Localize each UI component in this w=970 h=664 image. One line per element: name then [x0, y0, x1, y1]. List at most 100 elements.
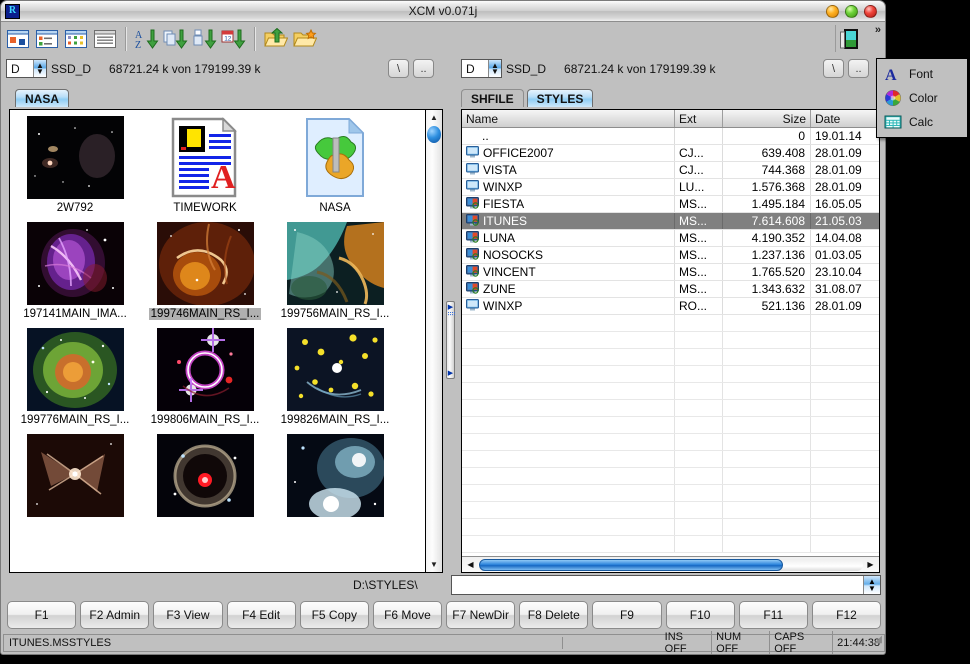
table-row[interactable]: .. 0 19.01.14 [462, 128, 879, 145]
menu-item-calc[interactable]: Calc [879, 110, 965, 134]
table-row[interactable]: VINCENT MS... 1.765.520 23.10.04 [462, 264, 879, 281]
fkey-f12[interactable]: F12 [812, 601, 881, 629]
left-panel-vertical-scrollbar[interactable]: ▲ ▼ [425, 110, 442, 572]
table-row[interactable]: FIESTA MS... 1.495.184 16.05.05 [462, 196, 879, 213]
empty-row[interactable] [462, 400, 879, 417]
right-file-panel[interactable]: Name Ext Size Date .. 0 19.01.14 OFFICE2… [461, 109, 880, 573]
view-large-icons-icon[interactable] [5, 27, 31, 51]
fkey-f7-newdir[interactable]: F7 NewDir [446, 601, 515, 629]
photo-nebula-5[interactable] [27, 328, 124, 411]
photo-nebula-2[interactable] [27, 222, 124, 305]
left-drive-spinner-icon[interactable]: ▲▼ [33, 60, 46, 77]
table-row[interactable]: NOSOCKS MS... 1.237.136 01.03.05 [462, 247, 879, 264]
minimize-button[interactable] [826, 5, 839, 18]
empty-row[interactable] [462, 519, 879, 536]
fkey-f11[interactable]: F11 [739, 601, 808, 629]
table-row[interactable]: LUNA MS... 4.190.352 14.04.08 [462, 230, 879, 247]
panel-splitter[interactable]: ▶ ⣿ ▶ [446, 301, 455, 379]
tools-popup-menu[interactable]: A Font Color Calc [876, 58, 968, 138]
status-num[interactable]: NUM OFF [712, 631, 770, 655]
toolbar-overflow-chevron-icon[interactable]: » [875, 24, 881, 36]
empty-row[interactable] [462, 485, 879, 502]
horizontal-scroll-thumb[interactable] [479, 559, 783, 571]
thumbnail-item[interactable] [140, 434, 270, 520]
photo-nebula-8[interactable] [27, 434, 124, 517]
empty-row[interactable] [462, 502, 879, 519]
empty-row[interactable] [462, 536, 879, 553]
menu-item-font[interactable]: A Font [879, 62, 965, 86]
photo-nebula-1[interactable] [27, 116, 124, 199]
table-row[interactable]: ITUNES MS... 7.614.608 21.05.03 [462, 213, 879, 230]
table-row[interactable]: VISTA CJ... 744.368 28.01.09 [462, 162, 879, 179]
thumbnail-item[interactable]: NASA [270, 116, 400, 214]
command-history-spinner-icon[interactable]: ▲▼ [863, 576, 880, 594]
thumbnail-item[interactable]: 197141MAIN_IMA... [10, 222, 140, 320]
empty-row[interactable] [462, 366, 879, 383]
left-root-button[interactable]: \ [388, 59, 409, 78]
photo-nebula-10[interactable] [287, 434, 384, 517]
table-row[interactable]: OFFICE2007 CJ... 639.408 28.01.09 [462, 145, 879, 162]
photo-nebula-7[interactable] [287, 328, 384, 411]
menu-item-color[interactable]: Color [879, 86, 965, 110]
left-file-panel[interactable]: 2W792 A TIMEWORK NASA [9, 109, 443, 573]
column-header-size[interactable]: Size [723, 110, 811, 127]
sort-by-name-icon[interactable]: AZ [134, 27, 160, 51]
right-drive-select[interactable]: D ▲▼ [461, 59, 502, 78]
thumbnail-item[interactable]: 199756MAIN_RS_I... [270, 222, 400, 320]
left-up-button[interactable]: .. [413, 59, 434, 78]
tab-shfile[interactable]: SHFILE [461, 89, 524, 107]
scroll-up-arrow-icon[interactable]: ▲ [426, 110, 442, 125]
right-up-button[interactable]: .. [848, 59, 869, 78]
scroll-right-arrow-icon[interactable]: ▶ [863, 560, 878, 569]
photo-nebula-9[interactable] [157, 434, 254, 517]
column-header-ext[interactable]: Ext [675, 110, 723, 127]
thumbnail-item[interactable] [10, 434, 140, 520]
column-header-date[interactable]: Date [811, 110, 879, 127]
fkey-f9[interactable]: F9 [592, 601, 661, 629]
open-folder-icon[interactable] [263, 27, 289, 51]
fkey-f10[interactable]: F10 [666, 601, 735, 629]
right-panel-horizontal-scrollbar[interactable]: ◀ ▶ [462, 556, 879, 572]
thumbnail-item[interactable]: 199806MAIN_RS_I... [140, 328, 270, 426]
file-puzzle-icon[interactable] [287, 116, 384, 199]
fkey-f2-admin[interactable]: F2 Admin [80, 601, 149, 629]
empty-row[interactable] [462, 349, 879, 366]
document-icon[interactable]: A [157, 116, 254, 199]
scroll-left-arrow-icon[interactable]: ◀ [463, 560, 478, 569]
view-list-icon[interactable] [63, 27, 89, 51]
thumbnail-item[interactable]: 199826MAIN_RS_I... [270, 328, 400, 426]
right-root-button[interactable]: \ [823, 59, 844, 78]
thumbnail-item[interactable] [270, 434, 400, 520]
sort-by-size-icon[interactable] [192, 27, 218, 51]
empty-row[interactable] [462, 451, 879, 468]
status-ins[interactable]: INS OFF [661, 631, 713, 655]
empty-row[interactable] [462, 315, 879, 332]
new-folder-icon[interactable] [292, 27, 318, 51]
thumbnail-grid-area[interactable]: 2W792 A TIMEWORK NASA [10, 110, 425, 572]
tab-styles[interactable]: STYLES [527, 89, 594, 107]
status-caps[interactable]: CAPS OFF [770, 631, 833, 655]
column-header-name[interactable]: Name [462, 110, 675, 127]
view-small-icons-icon[interactable] [34, 27, 60, 51]
vertical-scroll-thumb[interactable] [427, 126, 441, 143]
horizontal-scroll-track[interactable] [478, 559, 863, 571]
fkey-f6-move[interactable]: F6 Move [373, 601, 442, 629]
empty-row[interactable] [462, 417, 879, 434]
fkey-f1[interactable]: F1 [7, 601, 76, 629]
thumbnail-item[interactable]: 199746MAIN_RS_I... [140, 222, 270, 320]
empty-row[interactable] [462, 434, 879, 451]
photo-nebula-3[interactable] [157, 222, 254, 305]
fkey-f4-edit[interactable]: F4 Edit [227, 601, 296, 629]
close-button[interactable] [864, 5, 877, 18]
file-list-rows[interactable]: .. 0 19.01.14 OFFICE2007 CJ... 639.408 2… [462, 128, 879, 556]
sort-by-ext-icon[interactable] [163, 27, 189, 51]
thumbnail-item[interactable]: 2W792 [10, 116, 140, 214]
tab-nasa[interactable]: NASA [15, 89, 69, 107]
thumbnail-item[interactable]: 199776MAIN_RS_I... [10, 328, 140, 426]
photo-nebula-4[interactable] [287, 222, 384, 305]
table-row[interactable]: WINXP LU... 1.576.368 28.01.09 [462, 179, 879, 196]
exit-door-icon[interactable] [835, 25, 863, 52]
maximize-button[interactable] [845, 5, 858, 18]
empty-row[interactable] [462, 468, 879, 485]
command-input[interactable]: ▲▼ [451, 575, 881, 595]
